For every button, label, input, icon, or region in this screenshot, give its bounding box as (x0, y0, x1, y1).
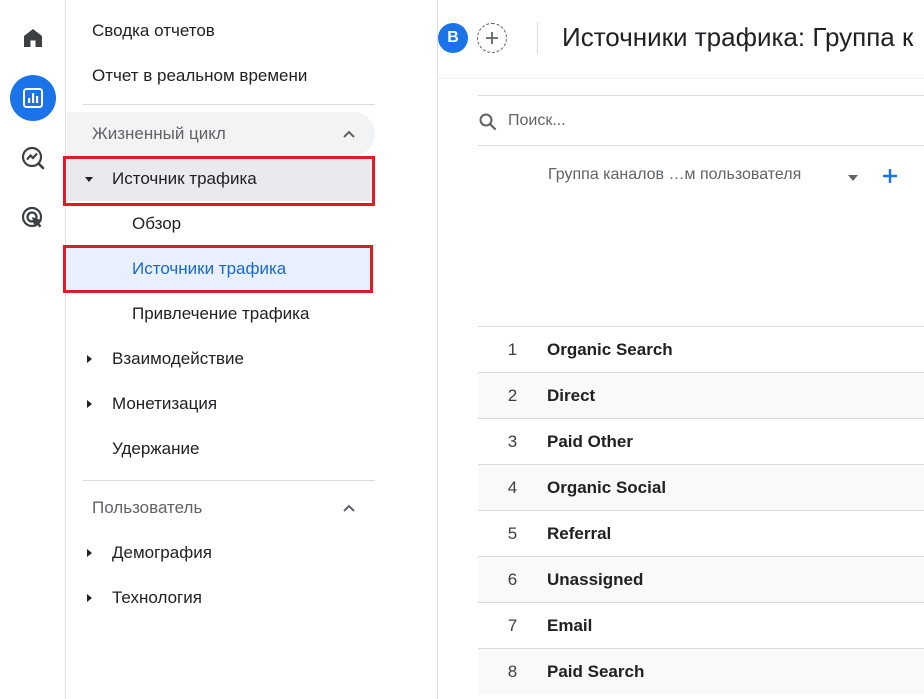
section-user[interactable]: Пользователь (67, 486, 375, 530)
header-separator (537, 22, 538, 54)
table-row[interactable]: 4 Organic Social (478, 464, 924, 510)
table-row[interactable]: 2 Direct (478, 372, 924, 418)
row-index: 7 (507, 615, 518, 635)
sidebar-item-label: Источник трафика (112, 169, 257, 188)
row-channel: Organic Search (547, 339, 673, 359)
caret-right-icon (84, 531, 94, 575)
row-index: 5 (507, 523, 518, 543)
row-index: 4 (507, 477, 518, 497)
row-channel: Direct (547, 385, 596, 405)
caret-right-icon (84, 576, 94, 620)
reports-icon[interactable] (10, 75, 56, 121)
sidebar-item-label: Удержание (112, 439, 200, 458)
plus-icon (883, 169, 897, 183)
report-main: B Источники трафика: Группа к Группа кан… (438, 0, 924, 699)
sidebar-item-retention[interactable]: Удержание (67, 427, 373, 471)
section-user-label: Пользователь (92, 498, 203, 517)
nav-realtime[interactable]: Отчет в реальном времени (92, 66, 307, 86)
row-index: 1 (507, 339, 518, 359)
table-row[interactable]: 6 Unassigned (478, 556, 924, 602)
nav-reports-snapshot[interactable]: Сводка отчетов (92, 21, 215, 41)
table-row[interactable]: 1 Organic Search (478, 326, 924, 372)
comparison-avatar[interactable]: B (438, 23, 468, 53)
sidebar-item-label: Взаимодействие (112, 349, 244, 368)
sidebar-item-demographics[interactable]: Демография (67, 531, 373, 575)
row-channel: Email (547, 615, 593, 635)
search-icon (478, 112, 498, 137)
search-input[interactable] (508, 108, 808, 134)
sidebar-item-label: Источники трафика (132, 259, 287, 278)
sidebar-item-overview[interactable]: Обзор (67, 202, 373, 246)
sidebar-item-traffic-acquisition[interactable]: Привлечение трафика (67, 292, 373, 336)
sidebar-divider (83, 480, 375, 481)
home-icon[interactable] (10, 15, 56, 61)
sidebar-item-label: Демография (112, 543, 212, 562)
sidebar-item-label: Обзор (132, 214, 182, 233)
row-channel: Paid Other (547, 431, 633, 451)
dropdown-caret-icon[interactable] (846, 170, 860, 188)
add-dimension-button[interactable] (880, 166, 900, 191)
row-channel: Unassigned (547, 569, 644, 589)
sidebar-item-traffic-sources[interactable]: Источники трафика (67, 247, 373, 291)
card-top-border (478, 95, 924, 96)
advertising-icon[interactable] (10, 195, 56, 241)
plus-icon (486, 32, 498, 44)
caret-down-icon (84, 157, 94, 201)
sidebar-item-label: Монетизация (112, 394, 218, 413)
sidebar-item-technology[interactable]: Технология (67, 576, 373, 620)
dimension-selector[interactable]: Группа каналов …м пользователя (548, 166, 801, 184)
add-comparison-button[interactable] (477, 23, 507, 53)
row-index: 3 (507, 431, 518, 451)
table-row[interactable]: 5 Referral (478, 510, 924, 556)
left-rail (0, 0, 66, 699)
section-lifecycle-label: Жизненный цикл (92, 124, 226, 143)
table-row[interactable]: 8 Paid Search (478, 648, 924, 694)
caret-right-icon (84, 382, 94, 426)
sidebar-item-engagement[interactable]: Взаимодействие (67, 337, 373, 381)
table-row[interactable]: 7 Email (478, 602, 924, 648)
explore-icon[interactable] (10, 135, 56, 181)
chevron-up-icon[interactable] (339, 124, 359, 149)
reports-sidebar: Сводка отчетов Отчет в реальном времени … (63, 0, 438, 699)
table-row[interactable]: 3 Paid Other (478, 418, 924, 464)
sidebar-item-monetization[interactable]: Монетизация (67, 382, 373, 426)
sidebar-divider (83, 104, 375, 105)
search-divider (478, 145, 924, 146)
header-divider (438, 78, 924, 79)
row-channel: Organic Social (547, 477, 667, 497)
chevron-up-icon[interactable] (339, 498, 359, 523)
section-lifecycle[interactable]: Жизненный цикл (67, 112, 375, 156)
sidebar-item-label: Привлечение трафика (132, 304, 310, 323)
row-channel: Referral (547, 523, 612, 543)
row-index: 2 (507, 385, 518, 405)
page-title: Источники трафика: Группа к (562, 22, 914, 52)
sidebar-item-traffic-source[interactable]: Источник трафика (67, 157, 373, 201)
row-index: 6 (507, 569, 518, 589)
sidebar-item-label: Технология (112, 588, 202, 607)
row-index: 8 (507, 661, 518, 681)
caret-right-icon (84, 337, 94, 381)
row-channel: Paid Search (547, 661, 645, 681)
